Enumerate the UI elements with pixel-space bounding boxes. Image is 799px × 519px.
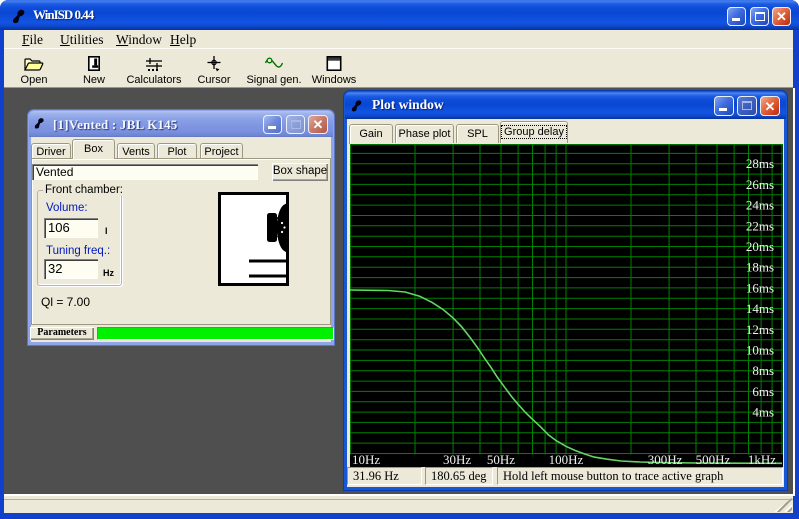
svg-text:50Hz: 50Hz	[487, 452, 515, 467]
svg-text:300Hz: 300Hz	[648, 452, 683, 467]
svg-text:10Hz: 10Hz	[352, 452, 380, 467]
svg-text:22ms: 22ms	[746, 218, 774, 233]
svg-text:18ms: 18ms	[746, 260, 774, 275]
svg-text:26ms: 26ms	[746, 177, 774, 192]
svg-text:12ms: 12ms	[746, 322, 774, 337]
svg-text:6ms: 6ms	[752, 384, 774, 399]
svg-text:28ms: 28ms	[746, 156, 774, 171]
svg-text:14ms: 14ms	[746, 301, 774, 316]
svg-text:8ms: 8ms	[752, 363, 774, 378]
svg-text:1kHz: 1kHz	[748, 452, 776, 467]
svg-text:24ms: 24ms	[746, 198, 774, 213]
svg-text:30Hz: 30Hz	[443, 452, 471, 467]
svg-text:500Hz: 500Hz	[696, 452, 731, 467]
svg-text:16ms: 16ms	[746, 280, 774, 295]
svg-text:4ms: 4ms	[752, 405, 774, 420]
svg-text:20ms: 20ms	[746, 239, 774, 254]
svg-text:100Hz: 100Hz	[549, 452, 584, 467]
svg-text:10ms: 10ms	[746, 343, 774, 358]
